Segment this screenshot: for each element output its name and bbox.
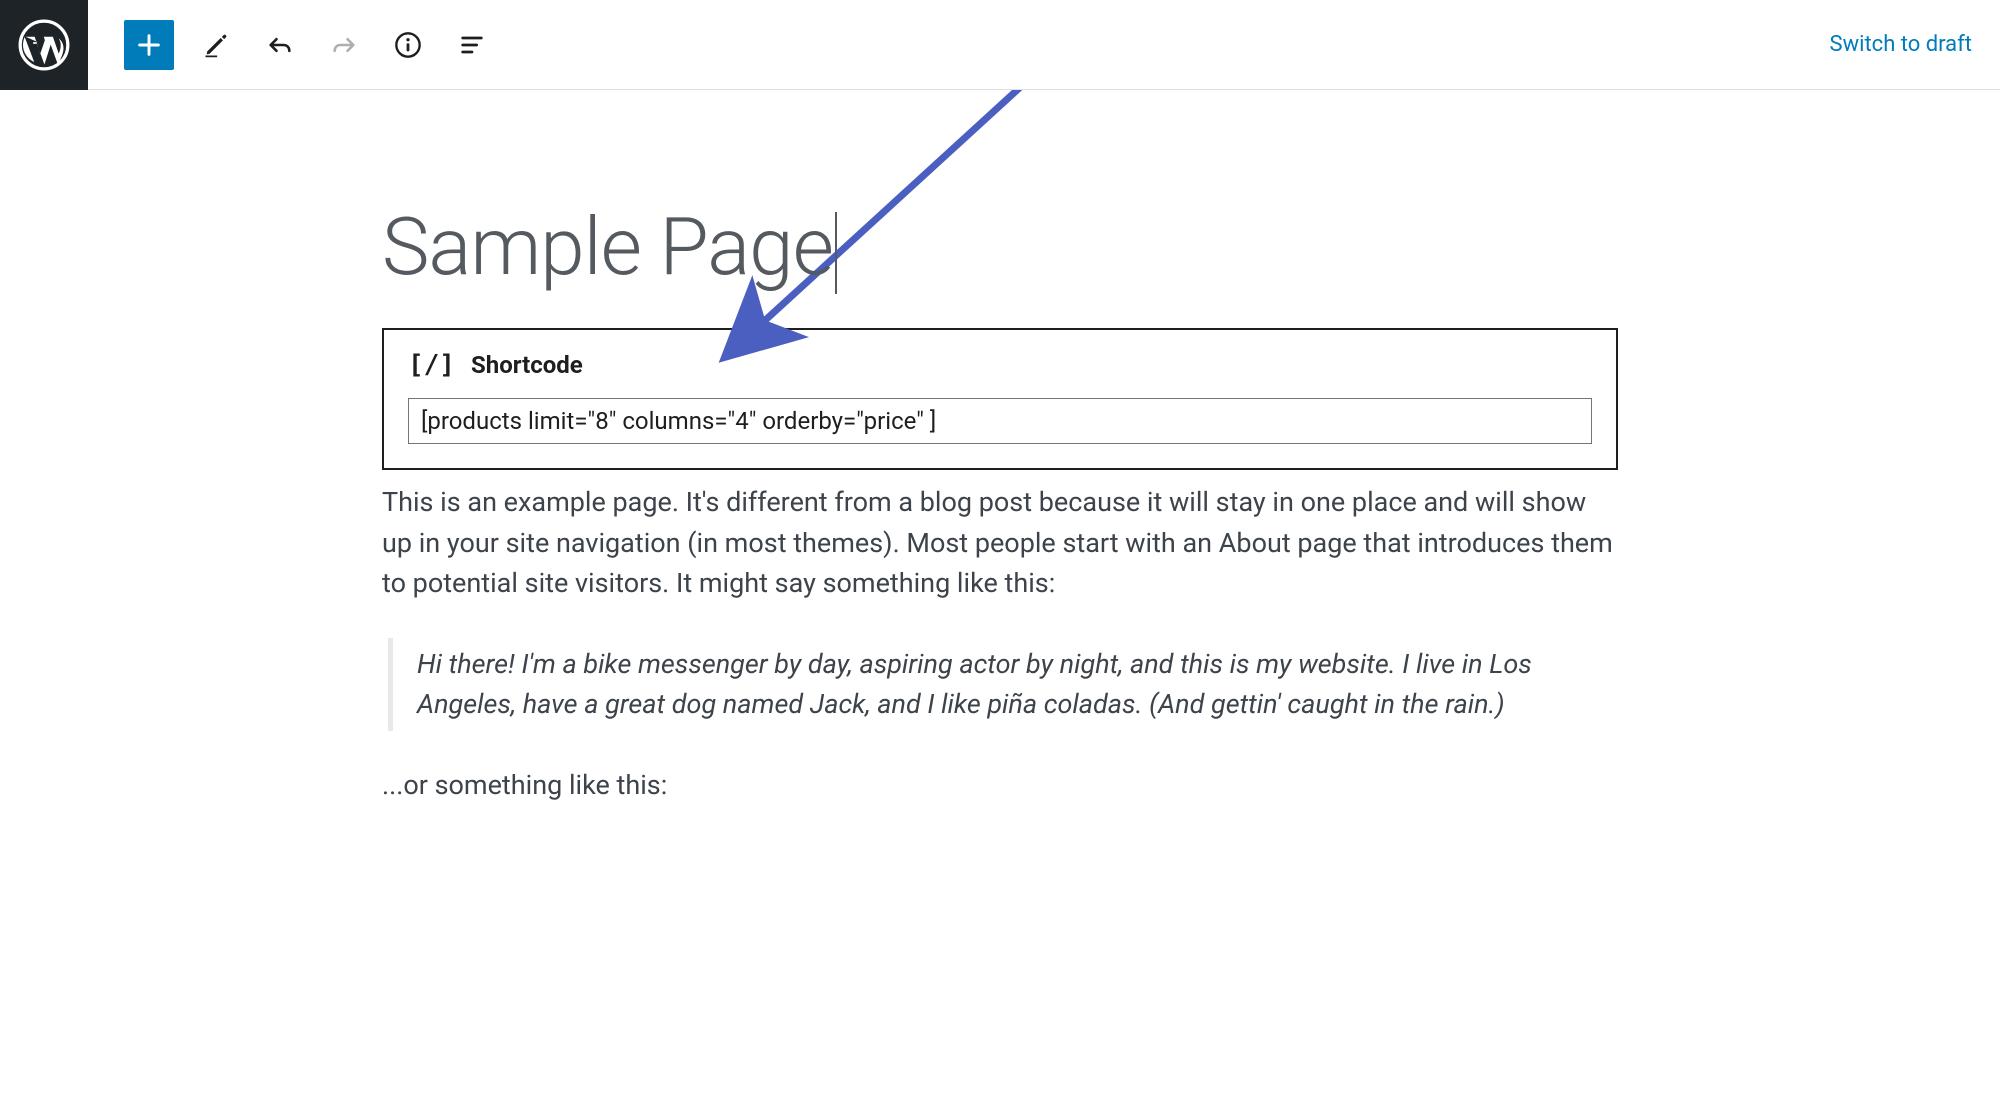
redo-button[interactable] (322, 23, 366, 67)
quote-block[interactable]: Hi there! I'm a bike messenger by day, a… (388, 638, 1618, 731)
outline-button[interactable] (450, 23, 494, 67)
undo-icon (266, 31, 294, 59)
undo-button[interactable] (258, 23, 302, 67)
wordpress-icon (18, 19, 70, 71)
shortcode-input[interactable] (421, 407, 1579, 435)
wordpress-logo[interactable] (0, 0, 88, 90)
shortcode-block[interactable]: [/] Shortcode (382, 328, 1618, 470)
shortcode-icon: [/] (408, 350, 455, 380)
quote-text: Hi there! I'm a bike messenger by day, a… (417, 644, 1618, 725)
secondary-paragraph[interactable]: ...or something like this: (382, 765, 1618, 806)
shortcode-label: Shortcode (471, 351, 583, 379)
editor-toolbar: Switch to draft (88, 20, 2000, 70)
info-icon (394, 31, 422, 59)
list-view-icon (458, 31, 486, 59)
text-cursor (835, 212, 837, 294)
intro-paragraph[interactable]: This is an example page. It's different … (382, 482, 1618, 604)
switch-to-draft-button[interactable]: Switch to draft (1830, 32, 2000, 57)
redo-icon (330, 31, 358, 59)
editor-top-bar: Switch to draft (0, 0, 2000, 90)
editor-canvas[interactable]: Sample Page [/] Shortcode This is an exa… (0, 90, 2000, 1119)
pencil-icon (202, 31, 230, 59)
details-button[interactable] (386, 23, 430, 67)
shortcode-input-wrap[interactable] (408, 398, 1592, 444)
add-block-button[interactable] (124, 20, 174, 70)
page-title[interactable]: Sample Page (382, 200, 837, 294)
shortcode-header: [/] Shortcode (408, 350, 1592, 380)
plus-icon (135, 31, 163, 59)
page-title-text: Sample Page (382, 200, 833, 294)
edit-mode-button[interactable] (194, 23, 238, 67)
editor-content: Sample Page [/] Shortcode This is an exa… (330, 90, 1670, 865)
